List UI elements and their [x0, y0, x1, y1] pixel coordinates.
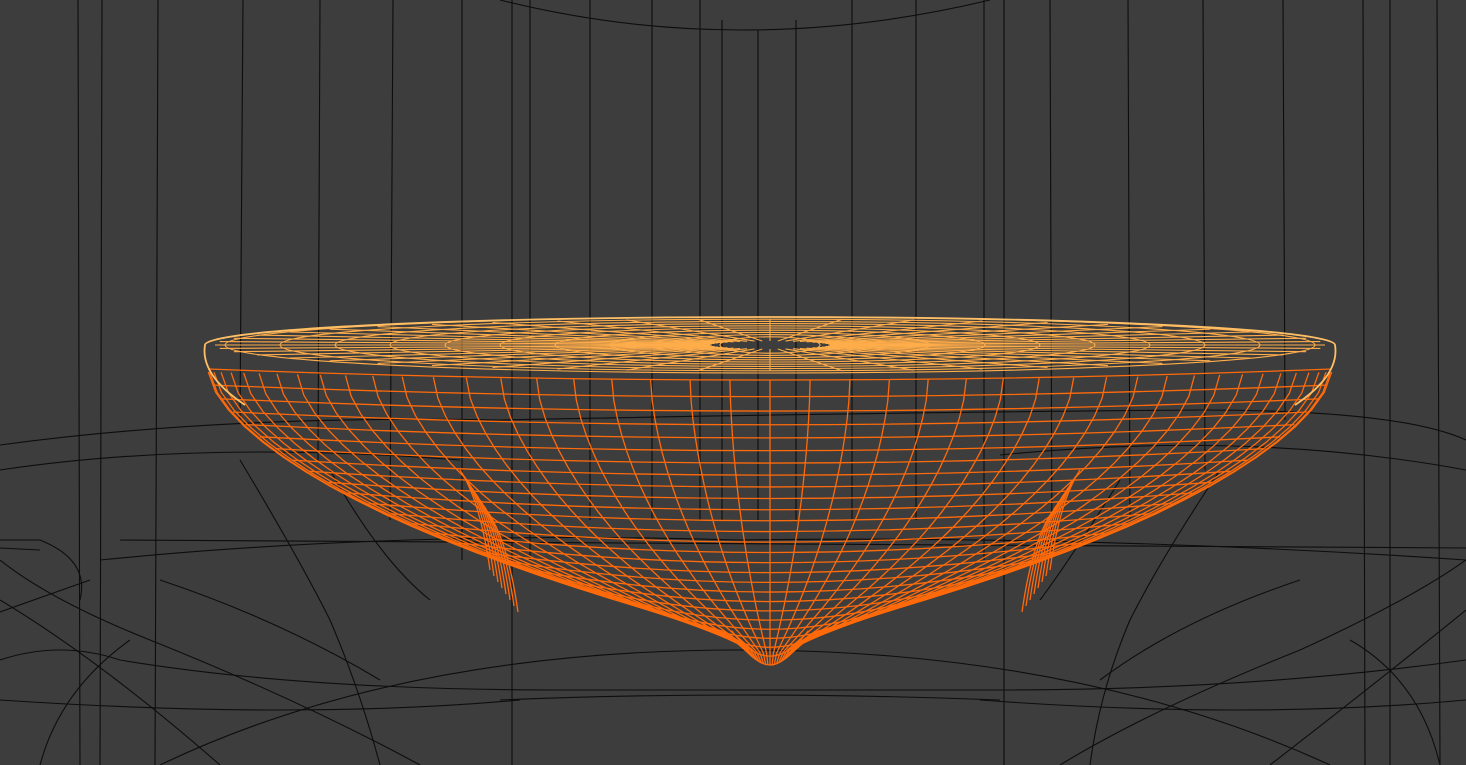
vertical-edge: [154, 0, 159, 765]
3d-viewport[interactable]: [0, 0, 1466, 765]
bowl-meridian-edge: [209, 371, 741, 643]
diagonal-edge: [239, 459, 381, 765]
horizontal-edge: [0, 649, 1466, 691]
bowl-meridian-edge: [296, 374, 746, 650]
diagonal-edge: [1349, 639, 1441, 765]
horizontal-edge: [979, 699, 1466, 711]
diagonal-edge: [0, 559, 421, 765]
bowl-meridian-edge: [799, 371, 1333, 643]
background-mesh-wireframe: [0, 0, 1466, 765]
bowl-meridian-edge: [794, 374, 1244, 650]
diagonal-edge: [1059, 559, 1466, 765]
vertical-edge: [389, 0, 394, 521]
selected-bowl-body-wireframe[interactable]: [207, 368, 1333, 666]
vertical-edge: [1282, 0, 1286, 421]
horizontal-edge: [159, 649, 1331, 765]
bowl-meridian-edge: [207, 371, 741, 643]
diagonal-edge: [1099, 579, 1301, 681]
diagonal-edge: [0, 599, 221, 765]
vertical-edge: [1127, 0, 1131, 521]
vertical-edge: [99, 0, 103, 765]
vertical-edge: [239, 0, 244, 421]
vertical-edge: [1362, 0, 1366, 765]
bowl-meridian-edge: [775, 379, 891, 665]
vertical-edge: [1436, 0, 1441, 765]
bowl-meridian-edge: [649, 379, 765, 665]
diagonal-edge: [159, 579, 381, 681]
horizontal-edge: [499, 694, 1001, 701]
diagonal-edge: [1269, 609, 1466, 765]
vertical-edge: [317, 0, 321, 461]
vertical-edge: [1202, 0, 1206, 471]
vertical-edge: [77, 0, 81, 765]
horizontal-edge: [0, 547, 41, 551]
horizontal-edge: [0, 699, 521, 711]
bowl-meridian-edge: [799, 371, 1331, 643]
viewport-canvas[interactable]: [0, 0, 1466, 765]
